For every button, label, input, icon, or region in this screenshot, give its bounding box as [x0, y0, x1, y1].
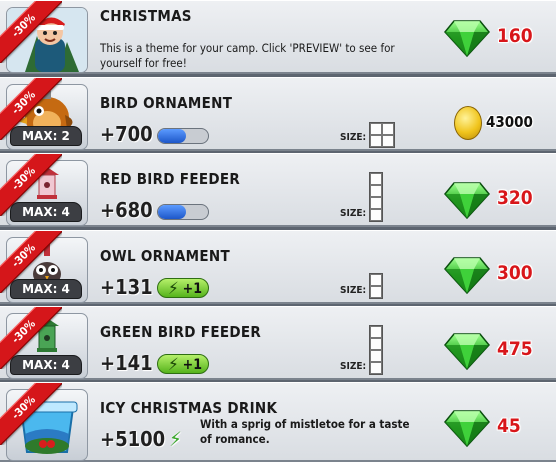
discount-ribbon: -30% [0, 1, 62, 63]
gem-icon [444, 255, 490, 295]
item-title: BIRD ORNAMENT [100, 94, 233, 112]
gem-icon [444, 408, 490, 448]
item-description: With a sprig of mistletoe for a taste of… [200, 417, 410, 446]
max-count-badge: MAX: 4 [10, 355, 82, 375]
gem-icon [444, 331, 490, 371]
size-grid-1x4 [369, 172, 383, 222]
item-stat: +5100 ⚡ [100, 427, 182, 451]
item-price: 45 [497, 415, 521, 437]
size-label: SIZE: [340, 132, 367, 143]
energy-badge: ⚡ +1 [157, 278, 209, 299]
item-description: This is a theme for your camp. Click 'PR… [100, 41, 395, 70]
item-stat: +680 [100, 198, 153, 222]
item-price: 320 [497, 187, 533, 209]
shop-item-red-bird-feeder[interactable]: -30% MAX: 4 RED BIRD FEEDER +680 SIZE: 3… [0, 153, 556, 227]
item-price: 300 [497, 262, 533, 284]
shop-item-green-bird-feeder[interactable]: -30% MAX: 4 GREEN BIRD FEEDER +141 ⚡ +1 … [0, 306, 556, 380]
item-price: 43000 [486, 113, 533, 131]
size-label: SIZE: [340, 208, 367, 219]
item-title: OWL ORNAMENT [100, 247, 231, 265]
shop-list: -30% CHRISTMAS This is a theme for your … [0, 0, 556, 462]
stat-bar [157, 128, 209, 144]
discount-ribbon: -30% [0, 383, 62, 445]
gem-icon [444, 180, 490, 220]
shop-item-christmas[interactable]: -30% CHRISTMAS This is a theme for your … [0, 0, 556, 74]
max-count-badge: MAX: 4 [10, 279, 82, 299]
energy-badge: ⚡ +1 [157, 354, 209, 375]
size-label: SIZE: [340, 361, 367, 372]
item-stat: +141 [100, 351, 153, 375]
max-count-badge: MAX: 2 [10, 126, 82, 146]
item-price: 475 [497, 338, 533, 360]
size-grid-1x2 [369, 273, 383, 299]
lightning-icon: ⚡ [168, 279, 179, 299]
size-grid-2x2 [369, 122, 395, 148]
size-grid-1x4 [369, 325, 383, 375]
gem-icon [444, 18, 490, 58]
item-title: ICY CHRISTMAS DRINK [100, 399, 278, 417]
stat-bar [157, 204, 209, 220]
size-label: SIZE: [340, 285, 367, 296]
item-title: RED BIRD FEEDER [100, 170, 241, 188]
shop-item-owl-ornament[interactable]: -30% MAX: 4 OWL ORNAMENT +131 ⚡ +1 SIZE:… [0, 230, 556, 304]
item-price: 160 [497, 25, 533, 47]
shop-item-bird-ornament[interactable]: -30% MAX: 2 BIRD ORNAMENT +700 SIZE: 430… [0, 77, 556, 151]
lightning-icon: ⚡ [168, 355, 179, 375]
lightning-icon: ⚡ [169, 427, 182, 451]
item-stat: +131 [100, 275, 153, 299]
item-title: GREEN BIRD FEEDER [100, 323, 262, 341]
coin-icon [454, 106, 482, 140]
max-count-badge: MAX: 4 [10, 202, 82, 222]
item-stat: +700 [100, 122, 153, 146]
item-title: CHRISTMAS [100, 7, 192, 25]
shop-item-icy-christmas-drink[interactable]: -30% ICY CHRISTMAS DRINK +5100 ⚡ With a s… [0, 382, 556, 462]
